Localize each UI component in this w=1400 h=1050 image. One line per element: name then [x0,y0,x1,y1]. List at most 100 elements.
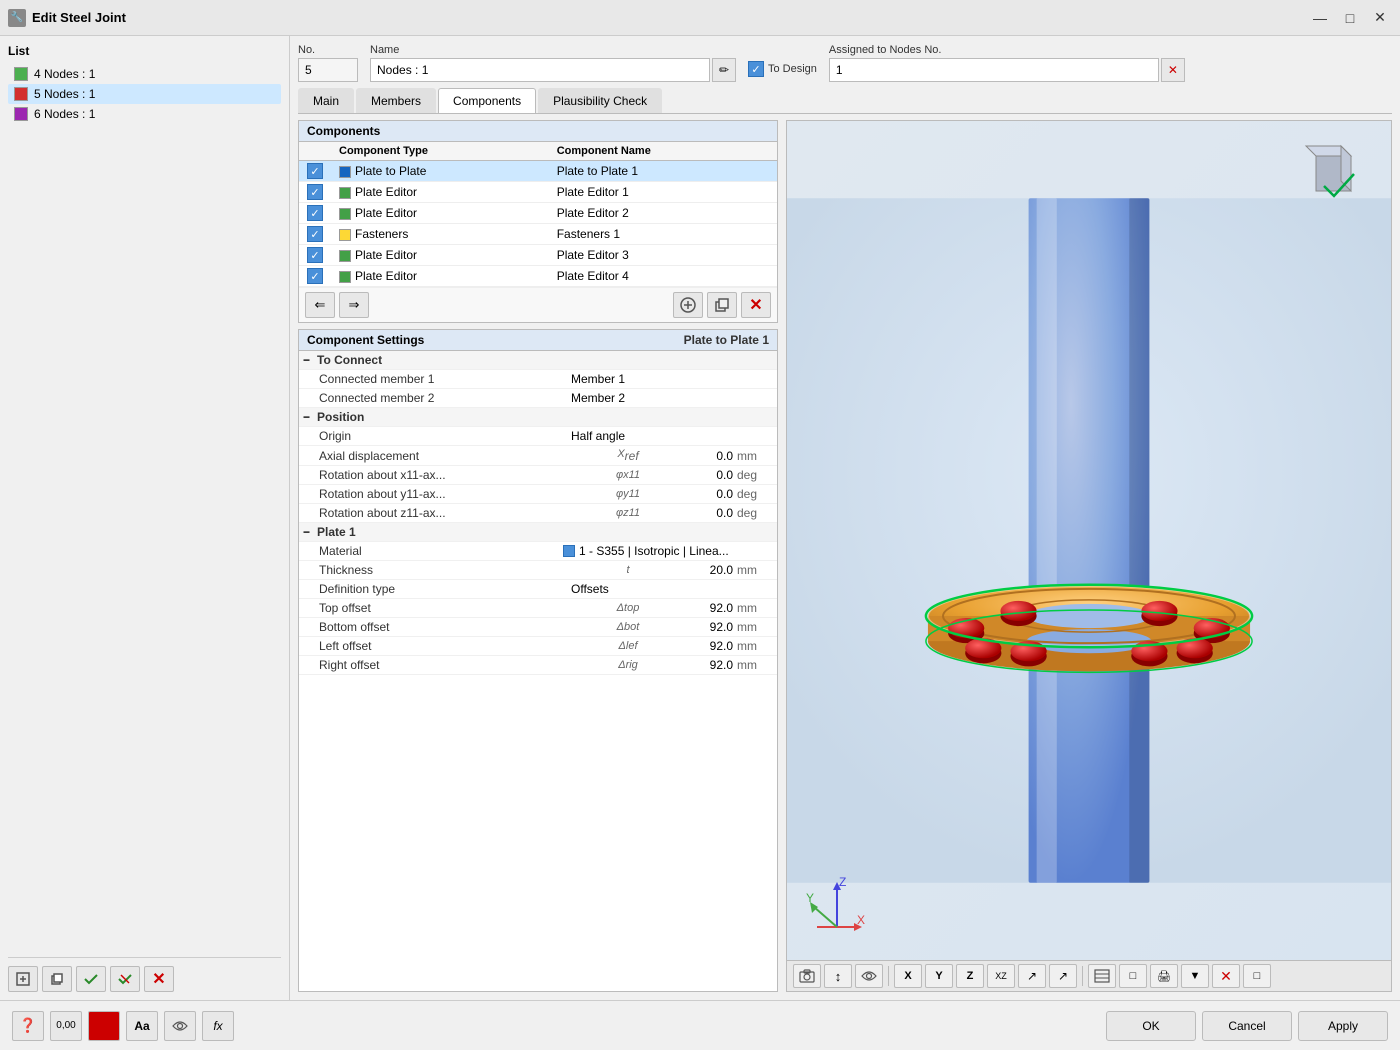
row-label: Rotation about x11-ax... [319,468,603,482]
expand-icon[interactable]: − [303,525,317,539]
assigned-delete-button[interactable]: ✕ [1161,58,1185,82]
tree-group-position[interactable]: − Position [299,408,777,427]
vp-print-button[interactable]: 🖨 [1150,964,1178,988]
vp-z-button[interactable]: Z [956,964,984,988]
table-row[interactable]: ✓ Plate Editor Plate Editor 2 [299,203,777,224]
add-component-button[interactable] [673,292,703,318]
row-value: 92.0 [653,658,733,672]
list-item-color [14,87,28,101]
cube-navigator[interactable] [1296,136,1376,219]
delete-component-button[interactable]: ✕ [741,292,771,318]
to-design-checkbox[interactable]: ✓ [748,61,764,77]
table-row[interactable]: ✓ Plate to Plate Plate to Plate 1 [299,161,777,182]
tab-components[interactable]: Components [438,88,536,113]
no-input[interactable] [298,58,358,82]
settings-body: − To Connect Connected member 1 Member 1… [299,351,777,991]
vp-expand-button[interactable]: □ [1243,964,1271,988]
help-button[interactable]: ❓ [12,1011,44,1041]
uncheck-button[interactable] [110,966,140,992]
vp-box-button[interactable]: □ [1119,964,1147,988]
close-button[interactable]: ✕ [1368,8,1392,28]
new-button[interactable] [8,966,38,992]
row-value: 1 - S355 | Isotropic | Linea... [579,544,773,558]
table-row[interactable]: ✓ Fasteners Fasteners 1 [299,224,777,245]
bottom-bar: ❓ 0,00 Aa fx OK Cancel Apply [0,1000,1400,1050]
row-value: 92.0 [653,601,733,615]
col-name-header: Component Name [549,142,777,161]
tab-plausibility[interactable]: Plausibility Check [538,88,662,113]
delete-list-button[interactable]: ✕ [144,966,174,992]
check-button[interactable] [76,966,106,992]
row-value: 92.0 [653,620,733,634]
view-button[interactable] [164,1011,196,1041]
expand-icon[interactable]: − [303,353,317,367]
font-button[interactable]: Aa [126,1011,158,1041]
viewport[interactable]: Z X Y [786,120,1392,992]
row-checkbox[interactable]: ✓ [307,268,323,284]
table-row[interactable]: ✓ Plate Editor Plate Editor 4 [299,266,777,287]
minimize-button[interactable]: — [1308,8,1332,28]
row-checkbox[interactable]: ✓ [307,226,323,242]
no-group: No. [298,44,358,82]
vp-y-button[interactable]: Y [925,964,953,988]
row-value: Member 2 [571,391,773,405]
copy-button[interactable] [42,966,72,992]
number-format-button[interactable]: 0,00 [50,1011,82,1041]
tree-group-to-connect[interactable]: − To Connect [299,351,777,370]
row-symbol: Δlef [603,640,653,652]
vp-screenshot-button[interactable] [793,964,821,988]
list-item[interactable]: 4 Nodes : 1 [8,64,281,84]
list-item-label: 6 Nodes : 1 [34,107,95,121]
row-checkbox[interactable]: ✓ [307,163,323,179]
vp-rotate2-button[interactable]: ↗ [1049,964,1077,988]
vp-layers-button[interactable] [1088,964,1116,988]
vp-move-button[interactable]: ↕ [824,964,852,988]
row-checkbox[interactable]: ✓ [307,205,323,221]
vp-reset-button[interactable]: ✕ [1212,964,1240,988]
maximize-button[interactable]: □ [1338,8,1362,28]
tab-members[interactable]: Members [356,88,436,113]
tree-row: Origin Half angle [299,427,777,446]
viewport-3d[interactable]: Z X Y [787,121,1391,960]
vp-rotate1-button[interactable]: ↗ [1018,964,1046,988]
formula-button[interactable]: fx [202,1011,234,1041]
tree-group-plate1[interactable]: − Plate 1 [299,523,777,542]
expand-icon[interactable]: − [303,410,317,424]
content-area: Components Component Type Component Name [298,120,1392,992]
copy-component-button[interactable] [707,292,737,318]
row-unit: mm [733,449,773,463]
tree-row: Connected member 2 Member 2 [299,389,777,408]
vp-arrow-button[interactable]: ▼ [1181,964,1209,988]
name-input[interactable] [370,58,710,82]
table-row[interactable]: ✓ Plate Editor Plate Editor 3 [299,245,777,266]
row-value: 0.0 [653,449,733,463]
vp-x-button[interactable]: X [894,964,922,988]
assigned-group: Assigned to Nodes No. ✕ [829,44,1185,82]
left-panel-toolbar: ✕ [8,957,281,992]
comp-name: Plate Editor 4 [549,266,777,287]
cancel-button[interactable]: Cancel [1202,1011,1292,1041]
row-value: Offsets [571,582,773,596]
color-button[interactable] [88,1011,120,1041]
vp-xz-button[interactable]: XZ [987,964,1015,988]
row-symbol: Δtop [603,602,653,614]
assigned-input[interactable] [829,58,1159,82]
bottom-tools: ❓ 0,00 Aa fx [12,1011,234,1041]
table-row[interactable]: ✓ Plate Editor Plate Editor 1 [299,182,777,203]
tree-row: Bottom offset Δbot 92.0 mm [299,618,777,637]
row-value: Member 1 [571,372,773,386]
list-item-selected[interactable]: 5 Nodes : 1 [8,84,281,104]
edit-name-button[interactable]: ✏ [712,58,736,82]
row-unit: mm [733,639,773,653]
move-up-button[interactable]: ⇐ [305,292,335,318]
list-item[interactable]: 6 Nodes : 1 [8,104,281,124]
row-checkbox[interactable]: ✓ [307,247,323,263]
list-item-label: 4 Nodes : 1 [34,67,95,81]
move-down-button[interactable]: ⇒ [339,292,369,318]
apply-button[interactable]: Apply [1298,1011,1388,1041]
row-symbol: φz11 [603,507,653,519]
ok-button[interactable]: OK [1106,1011,1196,1041]
tab-main[interactable]: Main [298,88,354,113]
vp-eye-button[interactable] [855,964,883,988]
row-checkbox[interactable]: ✓ [307,184,323,200]
